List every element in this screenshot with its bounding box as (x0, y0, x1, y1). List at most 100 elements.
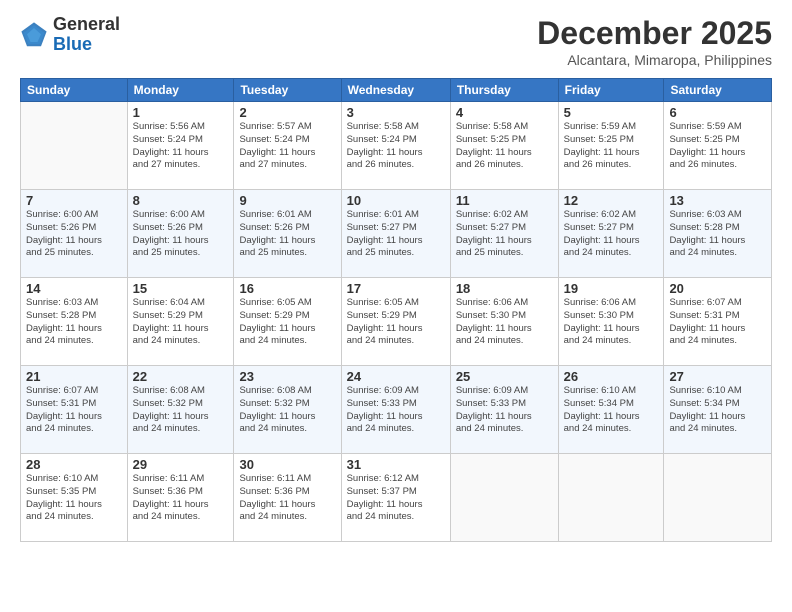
day-number: 7 (26, 193, 122, 208)
day-number: 16 (239, 281, 335, 296)
day-number: 25 (456, 369, 553, 384)
day-number: 13 (669, 193, 766, 208)
calendar-table: SundayMondayTuesdayWednesdayThursdayFrid… (20, 78, 772, 542)
calendar-cell: 23Sunrise: 6:08 AMSunset: 5:32 PMDayligh… (234, 366, 341, 454)
day-number: 29 (133, 457, 229, 472)
sunset-text: Sunset: 5:31 PM (669, 310, 739, 321)
daylight-hours-line2: and 25 minutes. (456, 247, 524, 258)
sunrise-text: Sunrise: 6:10 AM (669, 385, 741, 396)
daylight-hours-line1: Daylight: 11 hours (347, 499, 423, 510)
day-number: 26 (564, 369, 659, 384)
day-number: 5 (564, 105, 659, 120)
sunrise-text: Sunrise: 6:03 AM (669, 209, 741, 220)
daylight-hours-line2: and 24 minutes. (239, 335, 307, 346)
calendar-cell: 29Sunrise: 6:11 AMSunset: 5:36 PMDayligh… (127, 454, 234, 542)
sunrise-text: Sunrise: 6:12 AM (347, 473, 419, 484)
day-number: 15 (133, 281, 229, 296)
sunset-text: Sunset: 5:30 PM (456, 310, 526, 321)
day-number: 12 (564, 193, 659, 208)
day-number: 30 (239, 457, 335, 472)
sunrise-text: Sunrise: 6:07 AM (669, 297, 741, 308)
sunrise-text: Sunrise: 6:09 AM (347, 385, 419, 396)
day-info: Sunrise: 6:06 AMSunset: 5:30 PMDaylight:… (564, 297, 659, 348)
daylight-hours-line2: and 24 minutes. (239, 423, 307, 434)
sunset-text: Sunset: 5:34 PM (564, 398, 634, 409)
daylight-hours-line1: Daylight: 11 hours (133, 499, 209, 510)
sunrise-text: Sunrise: 6:10 AM (564, 385, 636, 396)
daylight-hours-line1: Daylight: 11 hours (26, 323, 102, 334)
calendar-cell: 16Sunrise: 6:05 AMSunset: 5:29 PMDayligh… (234, 278, 341, 366)
sunrise-text: Sunrise: 6:10 AM (26, 473, 98, 484)
daylight-hours-line2: and 26 minutes. (564, 159, 632, 170)
calendar-week-row: 14Sunrise: 6:03 AMSunset: 5:28 PMDayligh… (21, 278, 772, 366)
daylight-hours-line1: Daylight: 11 hours (564, 323, 640, 334)
day-info: Sunrise: 6:02 AM Sunset: 5:27 PM Daylight:… (564, 209, 659, 260)
daylight-hours-line2: and 24 minutes. (456, 423, 524, 434)
weekday-header: Sunday (21, 79, 128, 102)
calendar-cell: 5Sunrise: 5:59 AMSunset: 5:25 PMDaylight… (558, 102, 664, 190)
daylight-hours-line2: and 24 minutes. (26, 335, 94, 346)
page: General Blue December 2025 Alcantara, Mi… (0, 0, 792, 612)
sunset-text: Sunset: 5:27 PM (564, 222, 634, 233)
daylight-hours-line1: Daylight: 11 hours (239, 499, 315, 510)
calendar-cell: 15Sunrise: 6:04 AMSunset: 5:29 PMDayligh… (127, 278, 234, 366)
calendar-cell: 26Sunrise: 6:10 AM Sunset: 5:34 PM Dayligh… (558, 366, 664, 454)
daylight-hours-line2: and 24 minutes. (347, 423, 415, 434)
day-number: 18 (456, 281, 553, 296)
calendar-cell: 10Sunrise: 6:01 AMSunset: 5:27 PMDayligh… (341, 190, 450, 278)
day-info: Sunrise: 6:12 AMSunset: 5:37 PMDaylight:… (347, 473, 445, 524)
sunrise-text: Sunrise: 6:05 AM (239, 297, 311, 308)
title-section: December 2025 Alcantara, Mimaropa, Phili… (537, 15, 772, 68)
day-info: Sunrise: 6:02 AMSunset: 5:27 PMDaylight:… (456, 209, 553, 260)
day-number: 9 (239, 193, 335, 208)
day-info: Sunrise: 6:08 AMSunset: 5:32 PMDaylight:… (239, 385, 335, 436)
calendar-cell: 13Sunrise: 6:03 AMSunset: 5:28 PMDayligh… (664, 190, 772, 278)
day-number: 2 (239, 105, 335, 120)
daylight-hours-line1: Daylight: 11 hours (564, 147, 640, 158)
day-number: 24 (347, 369, 445, 384)
daylight-hours-line1: Daylight: 11 hours (669, 147, 745, 158)
calendar-cell: 30Sunrise: 6:11 AMSunset: 5:36 PMDayligh… (234, 454, 341, 542)
logo: General Blue (20, 15, 120, 55)
sunset-text: Sunset: 5:25 PM (564, 134, 634, 145)
logo-general: General (53, 15, 120, 35)
weekday-header: Friday (558, 79, 664, 102)
day-info: Sunrise: 6:03 AMSunset: 5:28 PMDaylight:… (669, 209, 766, 260)
day-info: Sunrise: 6:05 AMSunset: 5:29 PMDaylight:… (347, 297, 445, 348)
daylight-hours-line2: and 24 minutes. (669, 247, 737, 258)
sunrise-text: Sunrise: 6:08 AM (133, 385, 205, 396)
day-info: Sunrise: 6:04 AMSunset: 5:29 PMDaylight:… (133, 297, 229, 348)
sunset-text: Sunset: 5:36 PM (239, 486, 309, 497)
daylight-hours-line2: and 24 minutes. (564, 247, 632, 258)
weekday-header-row: SundayMondayTuesdayWednesdayThursdayFrid… (21, 79, 772, 102)
calendar-week-row: 28Sunrise: 6:10 AMSunset: 5:35 PMDayligh… (21, 454, 772, 542)
calendar-cell: 25Sunrise: 6:09 AMSunset: 5:33 PMDayligh… (450, 366, 558, 454)
day-info: Sunrise: 6:11 AMSunset: 5:36 PMDaylight:… (239, 473, 335, 524)
day-number: 10 (347, 193, 445, 208)
sunrise-text: Sunrise: 6:02 AM (564, 209, 636, 220)
daylight-hours-line1: Daylight: 11 hours (669, 235, 745, 246)
weekday-header: Tuesday (234, 79, 341, 102)
day-number: 28 (26, 457, 122, 472)
daylight-hours-line2: and 27 minutes. (239, 159, 307, 170)
daylight-hours-line1: Daylight: 11 hours (564, 235, 640, 246)
daylight-hours-line1: Daylight: 11 hours (564, 411, 640, 422)
sunrise-text: Sunrise: 6:11 AM (133, 473, 205, 484)
day-number: 23 (239, 369, 335, 384)
daylight-hours-line2: and 24 minutes. (26, 511, 94, 522)
calendar-cell: 21Sunrise: 6:07 AMSunset: 5:31 PMDayligh… (21, 366, 128, 454)
sunset-text: Sunset: 5:32 PM (133, 398, 203, 409)
day-number: 19 (564, 281, 659, 296)
calendar-cell: 7Sunrise: 6:00 AMSunset: 5:26 PMDaylight… (21, 190, 128, 278)
sunrise-text: Sunrise: 6:06 AM (456, 297, 528, 308)
calendar-cell: 4Sunrise: 5:58 AMSunset: 5:25 PMDaylight… (450, 102, 558, 190)
daylight-hours-line1: Daylight: 11 hours (26, 235, 102, 246)
day-info: Sunrise: 6:01 AMSunset: 5:27 PMDaylight:… (347, 209, 445, 260)
day-number: 11 (456, 193, 553, 208)
sunset-text: Sunset: 5:31 PM (26, 398, 96, 409)
header: General Blue December 2025 Alcantara, Mi… (20, 15, 772, 68)
sunrise-text: Sunrise: 5:58 AM (456, 121, 528, 132)
logo-icon (20, 21, 48, 49)
sunrise-text: Sunrise: 6:00 AM (133, 209, 205, 220)
day-info: Sunrise: 6:09 AMSunset: 5:33 PMDaylight:… (456, 385, 553, 436)
